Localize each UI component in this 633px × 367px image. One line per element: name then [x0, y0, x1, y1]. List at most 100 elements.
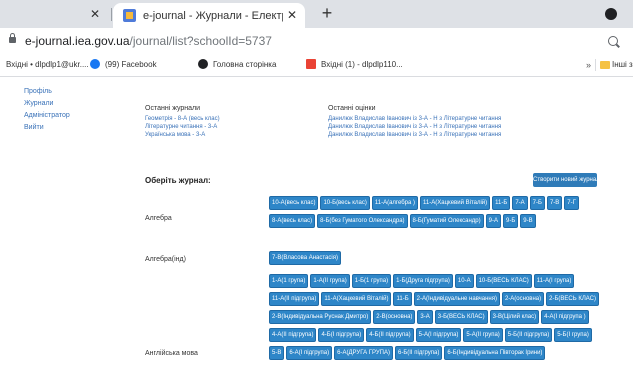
bookmark-label: Вхідні • dlpdlp1@ukr....	[6, 60, 89, 69]
journal-buttons-english: 1-А(1 група) 1-А(ІІ група) 1-Б(1 група) …	[269, 274, 604, 364]
journal-button[interactable]: 4-Б(ІІ підгрупа)	[366, 328, 414, 342]
journal-button[interactable]: 2-А(основна)	[501, 292, 545, 306]
journal-button[interactable]: 2-Б(ВЕСЬ КЛАС)	[546, 292, 599, 306]
journal-button[interactable]: 7-Г	[564, 196, 579, 210]
facebook-icon	[90, 59, 100, 69]
journal-button[interactable]: 11-А(алгебра )	[371, 196, 419, 210]
close-icon[interactable]: ✕	[285, 8, 299, 22]
journal-button[interactable]: 7-А	[512, 196, 528, 210]
journal-button[interactable]: 4-Б(І підгрупа)	[318, 328, 365, 342]
journal-button[interactable]: 1-А(1 група)	[269, 274, 309, 288]
bookmark-label: (99) Facebook	[105, 60, 157, 69]
create-journal-button[interactable]: Створити новий журнал	[533, 173, 597, 187]
bookmark-gmail-inbox[interactable]: Вхідні • dlpdlp1@ukr....	[6, 58, 89, 72]
gmail-icon	[306, 59, 316, 69]
recent-journal-link[interactable]: Літературне читання - 3-А	[145, 123, 220, 131]
journal-button[interactable]: 9-В	[520, 214, 536, 228]
sidebar-item-admin[interactable]: Адміністратор	[24, 110, 104, 122]
bookmark-home-page[interactable]: Головна сторінка	[198, 58, 276, 72]
choose-journal-label: Оберіть журнал:	[145, 176, 211, 185]
journal-button[interactable]: 6-Б(ІІ підгрупа)	[394, 346, 443, 360]
journal-button[interactable]: 6-А(І підгрупа)	[286, 346, 333, 360]
bookmarks-overflow-icon[interactable]: »	[586, 58, 591, 72]
site-favicon-icon	[123, 9, 136, 22]
journal-button[interactable]: 5-А(І підгрупа)	[415, 328, 462, 342]
new-tab-button[interactable]: +	[318, 4, 336, 22]
sidebar-item-profile[interactable]: Профіль	[24, 86, 104, 98]
journal-button[interactable]: 2-А(Індивідуальне навчання)	[413, 292, 500, 306]
subject-label-algebra: Алгебра	[145, 215, 172, 222]
recent-journal-link[interactable]: Геометрія - 8-А (весь клас)	[145, 115, 220, 123]
journal-button[interactable]: 5-А(ІІ група)	[463, 328, 503, 342]
recent-grade-link[interactable]: Данилюк Владислав Іванович із 3-А - Н з …	[328, 115, 501, 123]
journal-button[interactable]: 4-А(ІІ підгрупа)	[269, 328, 317, 342]
journal-button[interactable]: 11-А(Хацкевий Віталій)	[420, 196, 491, 210]
tab-title: e-journal - Журнали - Електронні ш	[143, 10, 283, 22]
journal-button[interactable]: 6-Б(Індивідуальна Півторак Ірини)	[444, 346, 546, 360]
bookmark-gmail-inbox-2[interactable]: Вхідні (1) - dlpdlp110...	[306, 58, 403, 72]
browser-tab-active[interactable]: e-journal - Журнали - Електронні ш ✕	[113, 3, 305, 28]
recent-grade-link[interactable]: Данилюк Владислав Іванович із 3-А - Н з …	[328, 123, 501, 131]
lock-icon[interactable]	[9, 33, 16, 43]
journal-button[interactable]: 5-Б(І група)	[554, 328, 592, 342]
journal-button[interactable]: 10-Б(ВЕСЬ КЛАС)	[475, 274, 532, 288]
journal-button[interactable]: 8-А(весь клас)	[269, 214, 316, 228]
subject-label-english: Англійська мова	[145, 350, 198, 357]
journal-buttons-algebra: 10-А(весь клас) 10-Б(весь клас) 11-А(алг…	[269, 196, 604, 232]
journal-button[interactable]: 3-А	[417, 310, 433, 324]
journal-button[interactable]: 9-Б	[503, 214, 519, 228]
bookmark-facebook[interactable]: (99) Facebook	[90, 58, 157, 72]
journal-button[interactable]: 8-Б(без Гуматого Олександра)	[317, 214, 408, 228]
journal-button[interactable]: 1-А(ІІ група)	[310, 274, 350, 288]
journal-button[interactable]: 10-Б(весь клас)	[320, 196, 370, 210]
journal-button[interactable]: 8-Б(Гуматий Олександр)	[409, 214, 484, 228]
folder-icon[interactable]	[600, 61, 610, 69]
bookmark-label: Вхідні (1) - dlpdlp110...	[321, 60, 403, 69]
recent-grade-link[interactable]: Данилюк Владислав Іванович із 3-А - Н з …	[328, 131, 501, 139]
journal-button[interactable]: 1-Б(1 група)	[351, 274, 392, 288]
other-bookmarks[interactable]: Інші закладки	[612, 58, 633, 72]
journal-button[interactable]: 3-Б(ВЕСЬ КЛАС)	[434, 310, 488, 324]
address-bar[interactable]: e-journal.iea.gov.ua/journal/list?school…	[0, 28, 633, 54]
journal-button[interactable]: 2-В(Індивідуальна Руснак Дмитро)	[269, 310, 372, 324]
recent-journal-link[interactable]: Українська мова - 3-А	[145, 131, 220, 139]
journal-button[interactable]: 7-В(Власова Анастасія)	[269, 251, 341, 265]
bookmarks-bar: Вхідні • dlpdlp1@ukr.... (99) Facebook Г…	[0, 54, 633, 77]
recent-journals-header: Останні журнали	[145, 105, 201, 112]
tab-divider	[111, 8, 112, 21]
url-domain: e-journal.iea.gov.ua	[25, 34, 130, 48]
journal-button[interactable]: 1-Б(Друга підгрупа)	[393, 274, 453, 288]
recent-grades-header: Останні оцінки	[328, 105, 376, 112]
journal-button[interactable]: 2-В(основна)	[373, 310, 416, 324]
zoom-icon[interactable]	[608, 36, 618, 46]
bookmarks-divider	[595, 59, 596, 71]
journal-buttons-algebra-ind: 7-В(Власова Анастасія)	[269, 251, 604, 269]
bookmark-label: Головна сторінка	[213, 60, 277, 69]
journal-button[interactable]: 11-А(ІІ підгрупа)	[269, 292, 320, 306]
journal-button[interactable]: 11-А(Хацкевий Віталій)	[321, 292, 392, 306]
close-icon[interactable]: ✕	[88, 7, 102, 21]
journal-button[interactable]: 5-Б(ІІ підгрупа)	[504, 328, 553, 342]
journal-button[interactable]: 7-В	[546, 196, 563, 210]
journal-button[interactable]: 7-Б	[529, 196, 545, 210]
journal-button[interactable]: 10-А(весь клас)	[269, 196, 319, 210]
sidebar-item-logout[interactable]: Вийти	[24, 122, 104, 134]
journal-button[interactable]: 10-А	[454, 274, 474, 288]
url-text[interactable]: e-journal.iea.gov.ua/journal/list?school…	[25, 33, 272, 49]
journal-button[interactable]: 11-А(І група)	[533, 274, 575, 288]
journal-button[interactable]: 3-В(Цілий клас)	[489, 310, 540, 324]
browser-tab-bar: ✕ e-journal - Журнали - Електронні ш ✕ +	[0, 0, 633, 28]
journal-button[interactable]: 11-Б	[393, 292, 412, 306]
journal-button[interactable]: 4-А(І підгрупа )	[541, 310, 589, 324]
subject-label-algebra-ind: Алгебра(інд)	[145, 256, 186, 263]
recent-journals: Останні журнали Геометрія - 8-А (весь кл…	[145, 104, 220, 139]
sidebar-item-journals[interactable]: Журнали	[24, 98, 104, 110]
journal-button[interactable]: 11-Б	[492, 196, 511, 210]
journal-button[interactable]: 6-А(ДРУГА ГРУПА)	[334, 346, 393, 360]
sidebar-nav: Профіль Журнали Адміністратор Вийти	[24, 86, 104, 134]
globe-icon	[198, 59, 208, 69]
journal-button[interactable]: 9-А	[485, 214, 501, 228]
tab-search-icon[interactable]	[605, 8, 617, 20]
recent-grades: Останні оцінки Данилюк Владислав Іванови…	[328, 104, 501, 139]
journal-button[interactable]: 5-В	[269, 346, 285, 360]
